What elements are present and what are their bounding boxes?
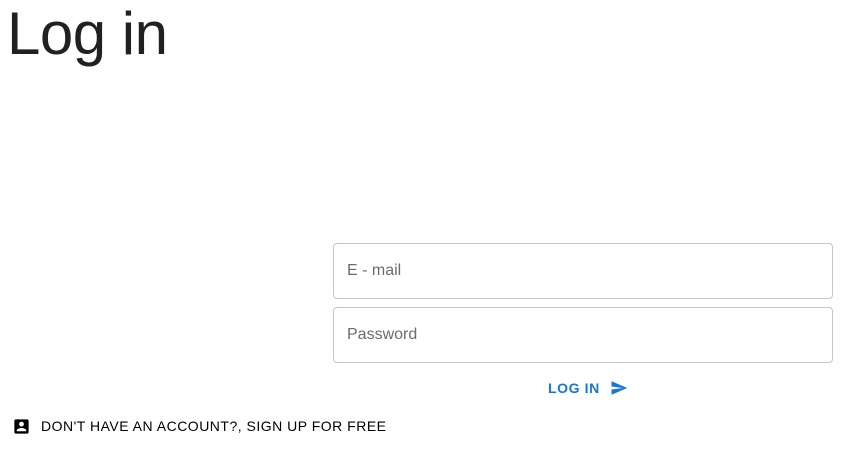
account-box-icon bbox=[12, 417, 31, 436]
page-title: Log in bbox=[7, 0, 168, 67]
signup-link[interactable]: DON'T HAVE AN ACCOUNT?, SIGN UP FOR FREE bbox=[8, 410, 391, 442]
email-field[interactable] bbox=[333, 243, 833, 299]
signup-link-label: DON'T HAVE AN ACCOUNT?, SIGN UP FOR FREE bbox=[41, 418, 387, 434]
login-button-label: LOG IN bbox=[548, 380, 600, 396]
password-field[interactable] bbox=[333, 307, 833, 363]
send-icon bbox=[609, 379, 629, 397]
email-input[interactable] bbox=[334, 244, 832, 298]
password-input[interactable] bbox=[334, 308, 832, 362]
login-button[interactable]: LOG IN bbox=[540, 372, 637, 404]
